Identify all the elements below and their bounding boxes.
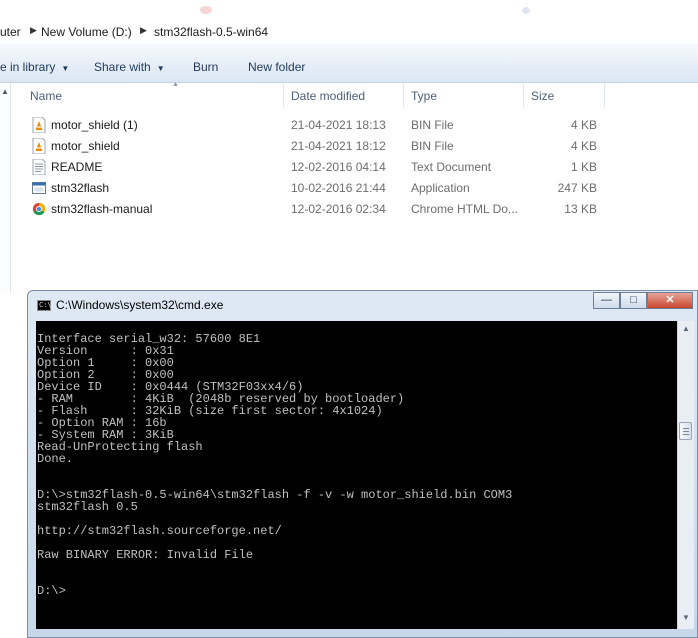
file-size: 247 KB — [557, 181, 597, 195]
file-type: Chrome HTML Do... — [411, 202, 518, 216]
file-date: 21-04-2021 18:12 — [291, 139, 386, 153]
include-in-library-button[interactable]: e in library ▼ — [0, 60, 69, 74]
file-size: 4 KB — [570, 118, 597, 132]
text-document-icon — [32, 159, 46, 175]
table-row[interactable]: README 12-02-2016 04:14 Text Document 1 … — [20, 157, 605, 178]
table-row[interactable]: stm32flash-manual 12-02-2016 02:34 Chrom… — [20, 199, 605, 220]
vlc-cone-icon — [32, 117, 46, 133]
address-bar[interactable]: uter ▶ New Volume (D:) ▶ stm32flash-0.5-… — [0, 20, 698, 45]
cmd-window[interactable]: C:\ C:\Windows\system32\cmd.exe — □ ✕ In… — [27, 290, 698, 638]
minimize-button[interactable]: — — [593, 292, 620, 309]
column-header-date[interactable]: Date modified — [283, 83, 404, 107]
column-header-name-label: Name — [30, 89, 63, 103]
console-output-area[interactable]: Interface serial_w32: 57600 8E1 Version … — [36, 321, 677, 629]
navigation-pane-edge[interactable]: ▲ — [0, 83, 11, 293]
console-line: D:\> — [37, 584, 66, 598]
column-header-type[interactable]: Type — [403, 83, 524, 107]
breadcrumb-current-folder[interactable]: stm32flash-0.5-win64 — [154, 25, 268, 39]
file-size: 13 KB — [564, 202, 597, 216]
scroll-up-icon[interactable]: ▲ — [1, 87, 9, 96]
file-date: 12-02-2016 02:34 — [291, 202, 386, 216]
file-type: Application — [411, 181, 470, 195]
file-name: stm32flash — [51, 181, 110, 195]
file-type: BIN File — [411, 139, 454, 153]
table-row[interactable]: stm32flash 10-02-2016 21:44 Application … — [20, 178, 605, 199]
console-line: Done. — [37, 452, 74, 466]
chevron-down-icon: ▼ — [156, 64, 165, 73]
file-list-pane: ▲ Name ▲ Date modified Type Size motor_s… — [0, 81, 698, 293]
file-name: stm32flash-manual — [51, 202, 153, 216]
column-header-size-label: Size — [531, 89, 555, 103]
file-name: motor_shield (1) — [51, 118, 138, 132]
sort-ascending-icon: ▲ — [172, 81, 179, 88]
new-folder-button[interactable]: New folder — [248, 60, 305, 74]
command-toolbar: e in library ▼ Share with ▼ Burn New folde… — [0, 44, 698, 83]
application-icon — [32, 182, 46, 194]
scrollbar-thumb[interactable] — [679, 422, 692, 440]
column-header-name[interactable]: Name ▲ — [22, 81, 284, 107]
scroll-down-arrow-icon[interactable]: ▼ — [682, 613, 690, 622]
vlc-cone-icon — [32, 138, 46, 154]
breadcrumb-new-volume[interactable]: New Volume (D:) — [41, 25, 132, 39]
scroll-up-arrow-icon[interactable]: ▲ — [682, 324, 690, 333]
share-with-button[interactable]: Share with ▼ — [94, 60, 165, 74]
grip-line — [683, 431, 689, 432]
file-date: 21-04-2021 18:13 — [291, 118, 386, 132]
column-header-date-label: Date modified — [291, 89, 366, 103]
file-size: 4 KB — [570, 139, 597, 153]
file-size: 1 KB — [570, 160, 597, 174]
burn-button[interactable]: Burn — [193, 60, 218, 74]
file-type: Text Document — [411, 160, 492, 174]
breadcrumb-separator-icon[interactable]: ▶ — [30, 25, 37, 36]
chevron-down-icon: ▼ — [61, 64, 70, 73]
file-name: README — [51, 160, 103, 174]
column-header-size[interactable]: Size — [523, 83, 605, 107]
file-date: 10-02-2016 21:44 — [291, 181, 386, 195]
file-name: motor_shield — [51, 139, 120, 153]
chrome-icon — [32, 202, 46, 216]
file-date: 12-02-2016 04:14 — [291, 160, 386, 174]
window-top-strip — [0, 0, 698, 20]
console-icon[interactable]: C:\ — [37, 300, 52, 311]
maximize-button[interactable]: □ — [620, 292, 647, 309]
table-row[interactable]: motor_shield (1) 21-04-2021 18:13 BIN Fi… — [20, 115, 605, 136]
console-line: http://stm32flash.sourceforge.net/ — [37, 524, 282, 538]
grip-line — [683, 428, 689, 429]
breadcrumb-separator-icon[interactable]: ▶ — [140, 25, 147, 36]
blurred-tab-indicator — [200, 6, 212, 14]
column-header-type-label: Type — [411, 89, 438, 103]
include-in-library-label: e in library — [0, 60, 56, 74]
console-icon-label: C:\ — [39, 301, 52, 309]
console-line: Raw BINARY ERROR: Invalid File — [37, 548, 254, 562]
share-with-label: Share with — [94, 60, 151, 74]
vertical-scrollbar[interactable]: ▲ ▼ — [677, 321, 694, 629]
breadcrumb-computer[interactable]: uter — [0, 25, 21, 39]
cmd-window-title: C:\Windows\system32\cmd.exe — [56, 298, 224, 312]
blurred-tab-indicator — [522, 7, 530, 14]
file-type: BIN File — [411, 118, 454, 132]
console-text: Interface serial_w32: 57600 8E1 Version … — [37, 333, 512, 597]
grip-line — [683, 434, 689, 435]
console-line: stm32flash 0.5 — [37, 500, 138, 514]
close-button[interactable]: ✕ — [647, 292, 693, 309]
table-row[interactable]: motor_shield 21-04-2021 18:12 BIN File 4… — [20, 136, 605, 157]
